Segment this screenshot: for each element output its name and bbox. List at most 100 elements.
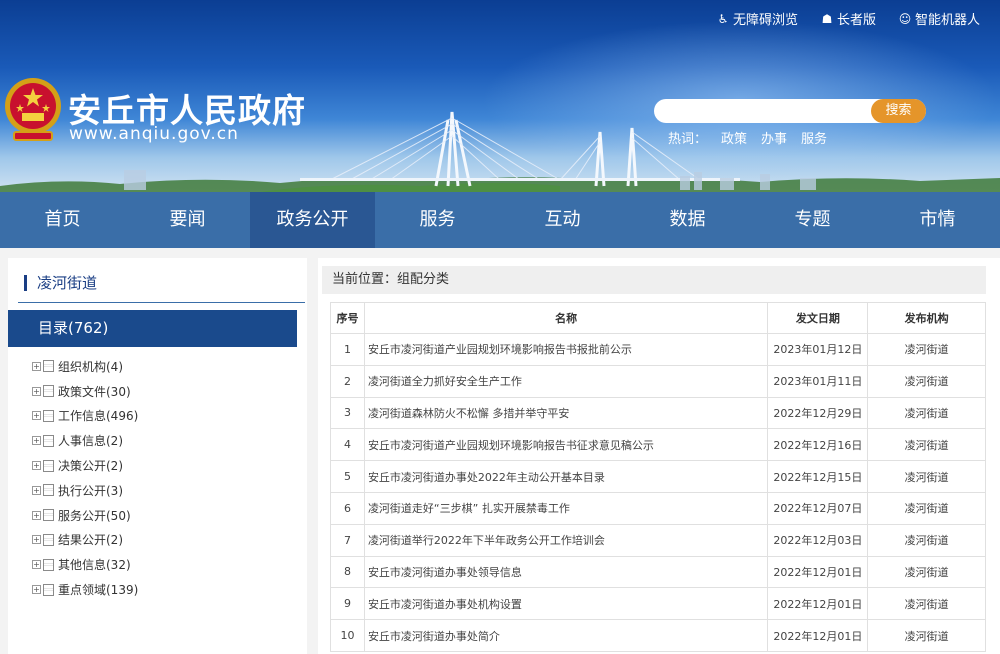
col-name-header: 名称 (363, 302, 769, 334)
row-title-cell: 安丘市凌河街道产业园规划环境影响报告书征求意见稿公示 (363, 428, 769, 462)
tree-item[interactable]: + 其他信息(32) (32, 552, 138, 577)
row-date: 2022年12月07日 (767, 491, 869, 525)
row-org: 凌河街道 (867, 460, 986, 493)
tree-item[interactable]: + 结果公开(2) (32, 528, 138, 553)
expand-icon[interactable]: + (32, 361, 41, 371)
table-row: 4 安丘市凌河街道产业园规划环境影响报告书征求意见稿公示 2022年12月16日 凌河… (330, 428, 986, 462)
tree-item-label: 执行公开(3) (58, 483, 123, 498)
hot-word-affairs[interactable]: 办事 (761, 128, 787, 147)
robot-link[interactable]: ☺ 智能机器人 (898, 9, 980, 29)
hot-word-policy[interactable]: 政策 (721, 128, 747, 147)
national-emblem-icon (5, 78, 61, 141)
hot-word-service[interactable]: 服务 (801, 128, 827, 147)
nav-gov-affairs[interactable]: 政务公开 (250, 192, 375, 248)
document-icon (43, 558, 54, 571)
row-date: 2022年12月01日 (767, 587, 869, 621)
expand-icon[interactable]: + (32, 510, 41, 520)
row-date: 2022年12月15日 (767, 460, 869, 493)
row-index: 9 (330, 587, 365, 621)
row-date: 2022年12月29日 (767, 396, 869, 430)
robot-icon: ☺ (898, 11, 912, 26)
row-index: 6 (330, 491, 365, 525)
expand-icon[interactable]: + (32, 535, 41, 545)
row-title-link[interactable]: 安丘市凌河街道产业园规划环境影响报告书报批前公示 (368, 343, 632, 356)
tree-item[interactable]: + 执行公开(3) (32, 478, 138, 503)
row-org: 凌河街道 (867, 491, 986, 525)
breadcrumb: 当前位置：组配分类 (322, 266, 986, 294)
document-icon (43, 434, 54, 447)
accessibility-link[interactable]: ♿ 无障碍浏览 (716, 9, 798, 29)
expand-icon[interactable]: + (32, 461, 41, 471)
tree-item[interactable]: + 组织机构(4) (32, 354, 138, 379)
hot-words: 热词： 政策 办事 服务 (668, 128, 827, 147)
search-input[interactable] (664, 101, 864, 121)
row-org: 凌河街道 (867, 396, 986, 430)
tree-item-label: 其他信息(32) (58, 558, 131, 573)
nav-service[interactable]: 服务 (375, 192, 500, 248)
expand-icon[interactable]: + (32, 560, 41, 570)
table-row: 8 安丘市凌河街道办事处领导信息 2022年12月01日 凌河街道 (330, 555, 986, 589)
tree-item[interactable]: + 重点领域(139) (32, 577, 138, 602)
accessibility-label: 无障碍浏览 (732, 13, 798, 28)
tree-item-label: 政策文件(30) (58, 384, 131, 399)
row-title-cell: 安丘市凌河街道办事处领导信息 (363, 555, 769, 589)
row-title-link[interactable]: 安丘市凌河街道办事处机构设置 (368, 598, 522, 611)
tree-item[interactable]: + 人事信息(2) (32, 428, 138, 453)
tree-item[interactable]: + 决策公开(2) (32, 453, 138, 478)
tree-item[interactable]: + 服务公开(50) (32, 503, 138, 528)
nav-topics[interactable]: 专题 (750, 192, 875, 248)
row-index: 7 (330, 523, 365, 557)
row-title-link[interactable]: 凌河街道举行2022年下半年政务公开工作培训会 (368, 534, 605, 547)
document-table: 序号 名称 发文日期 发布机构 1 安丘市凌河街道产业园规划环境影响报告书报批前公… (330, 302, 986, 652)
nav-news[interactable]: 要闻 (125, 192, 250, 248)
main-nav: 首页 要闻 政务公开 服务 互动 数据 专题 市情 (0, 192, 1000, 248)
document-icon (43, 385, 54, 398)
expand-icon[interactable]: + (32, 386, 41, 396)
row-title-link[interactable]: 安丘市凌河街道办事处简介 (368, 630, 500, 643)
main-content: 当前位置：组配分类 序号 名称 发文日期 发布机构 1 安丘市凌河街道产业园规划环… (318, 258, 1000, 654)
row-title-cell: 凌河街道走好“三步棋” 扎实开展禁毒工作 (363, 491, 769, 525)
table-header-row: 序号 名称 发文日期 发布机构 (330, 302, 986, 334)
elder-mode-link[interactable]: ☗ 长者版 (820, 9, 876, 29)
nav-city-info[interactable]: 市情 (875, 192, 1000, 248)
nav-data[interactable]: 数据 (625, 192, 750, 248)
hot-words-label: 热词： (668, 132, 708, 147)
row-title-link[interactable]: 凌河街道走好“三步棋” 扎实开展禁毒工作 (368, 502, 570, 515)
tree-item-label: 组织机构(4) (58, 359, 123, 374)
document-icon (43, 509, 54, 522)
catalog-header[interactable]: 目录(762) (8, 310, 297, 347)
row-title-cell: 安丘市凌河街道办事处简介 (363, 619, 769, 652)
tree-item-label: 重点领域(139) (58, 583, 139, 598)
tree-item-label: 结果公开(2) (58, 533, 123, 548)
row-title-cell: 凌河街道举行2022年下半年政务公开工作培训会 (363, 523, 769, 557)
row-title-link[interactable]: 安丘市凌河街道办事处2022年主动公开基本目录 (368, 471, 605, 484)
row-title-link[interactable]: 安丘市凌河街道办事处领导信息 (368, 566, 522, 579)
robot-label: 智能机器人 (914, 13, 980, 28)
row-title-link[interactable]: 凌河街道全力抓好安全生产工作 (368, 375, 522, 388)
nav-home[interactable]: 首页 (0, 192, 125, 248)
row-index: 3 (330, 396, 365, 430)
nav-interaction[interactable]: 互动 (500, 192, 625, 248)
row-index: 5 (330, 460, 365, 493)
search-button[interactable]: 搜索 (871, 99, 926, 123)
expand-icon[interactable]: + (32, 485, 41, 495)
tree-item[interactable]: + 政策文件(30) (32, 379, 138, 404)
expand-icon[interactable]: + (32, 411, 41, 421)
row-index: 8 (330, 555, 365, 589)
row-org: 凌河街道 (867, 364, 986, 398)
table-row: 2 凌河街道全力抓好安全生产工作 2023年01月11日 凌河街道 (330, 364, 986, 398)
document-icon (43, 583, 54, 596)
expand-icon[interactable]: + (32, 585, 41, 595)
row-date: 2022年12月01日 (767, 619, 869, 652)
tree-item[interactable]: + 工作信息(496) (32, 404, 138, 429)
row-index: 10 (330, 619, 365, 652)
sidebar-divider (18, 302, 305, 303)
elder-mode-label: 长者版 (836, 13, 876, 28)
row-title-link[interactable]: 凌河街道森林防火不松懈 多措并举守平安 (368, 407, 570, 420)
expand-icon[interactable]: + (32, 436, 41, 446)
sidebar: 凌河街道 目录(762) + 组织机构(4) + 政策文件(30) + 工作信息(49… (8, 258, 307, 654)
row-org: 凌河街道 (867, 333, 986, 366)
document-icon (43, 409, 54, 422)
row-index: 1 (330, 333, 365, 366)
row-title-link[interactable]: 安丘市凌河街道产业园规划环境影响报告书征求意见稿公示 (368, 439, 654, 452)
